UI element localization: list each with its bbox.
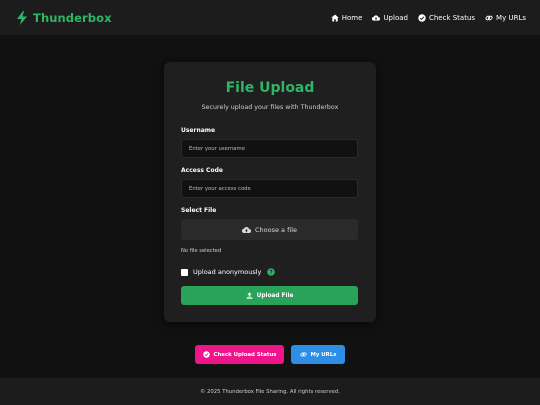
upload-file-label: Upload File — [256, 292, 294, 299]
username-label: Username — [181, 127, 216, 134]
page-title: File Upload — [225, 80, 315, 96]
access-code-input[interactable] — [181, 179, 358, 198]
nav-item-my-urls[interactable]: My URLs — [485, 14, 526, 22]
select-file-label: Select File — [181, 207, 217, 214]
anonymous-option: Upload anonymously — [181, 268, 276, 276]
nav-item-label: Check Status — [428, 13, 476, 22]
anonymous-label: Upload anonymously — [193, 268, 262, 276]
link-icon — [299, 352, 307, 357]
upload-file-button[interactable]: Upload File — [181, 286, 358, 305]
upload-card: File Upload Securely upload your files w… — [164, 62, 376, 322]
nav-item-upload[interactable]: Upload — [372, 14, 408, 22]
top-navbar: Thunderbox Home Upload Check Status My U… — [0, 0, 540, 35]
home-icon — [331, 14, 339, 21]
link-icon — [485, 15, 493, 20]
my-urls-button[interactable]: My URLs — [291, 345, 345, 364]
username-input[interactable] — [181, 139, 358, 158]
nav-links: Home Upload Check Status My URLs — [331, 14, 526, 22]
check-upload-status-button[interactable]: Check Upload Status — [195, 345, 284, 364]
cloud-upload-icon — [241, 226, 251, 233]
brand-logo[interactable]: Thunderbox — [16, 10, 112, 25]
choose-file-label: Choose a file — [254, 225, 297, 234]
footer: © 2025 Thunderbox File Sharing. All righ… — [0, 378, 540, 405]
check-upload-status-label: Check Upload Status — [213, 351, 277, 358]
choose-file-button[interactable]: Choose a file — [181, 219, 358, 240]
page-subtitle: Securely upload your files with Thunderb… — [201, 104, 339, 111]
upload-icon — [246, 292, 253, 299]
brand-name: Thunderbox — [33, 10, 112, 25]
nav-item-label: My URLs — [496, 13, 526, 22]
access-code-label: Access Code — [181, 167, 223, 174]
file-status-text: No file selected — [181, 248, 222, 254]
nav-item-label: Home — [341, 13, 363, 22]
anonymous-checkbox[interactable] — [181, 268, 188, 276]
check-circle-icon — [202, 351, 210, 358]
nav-item-home[interactable]: Home — [331, 13, 363, 22]
my-urls-label: My URLs — [310, 351, 337, 358]
cloud-upload-icon — [372, 14, 381, 21]
nav-item-check-status[interactable]: Check Status — [418, 14, 475, 22]
bolt-icon — [17, 10, 27, 25]
nav-item-label: Upload — [383, 13, 408, 22]
footer-copyright: © 2025 Thunderbox File Sharing. All righ… — [200, 388, 340, 395]
help-icon[interactable] — [267, 268, 276, 276]
check-circle-icon — [418, 13, 426, 22]
